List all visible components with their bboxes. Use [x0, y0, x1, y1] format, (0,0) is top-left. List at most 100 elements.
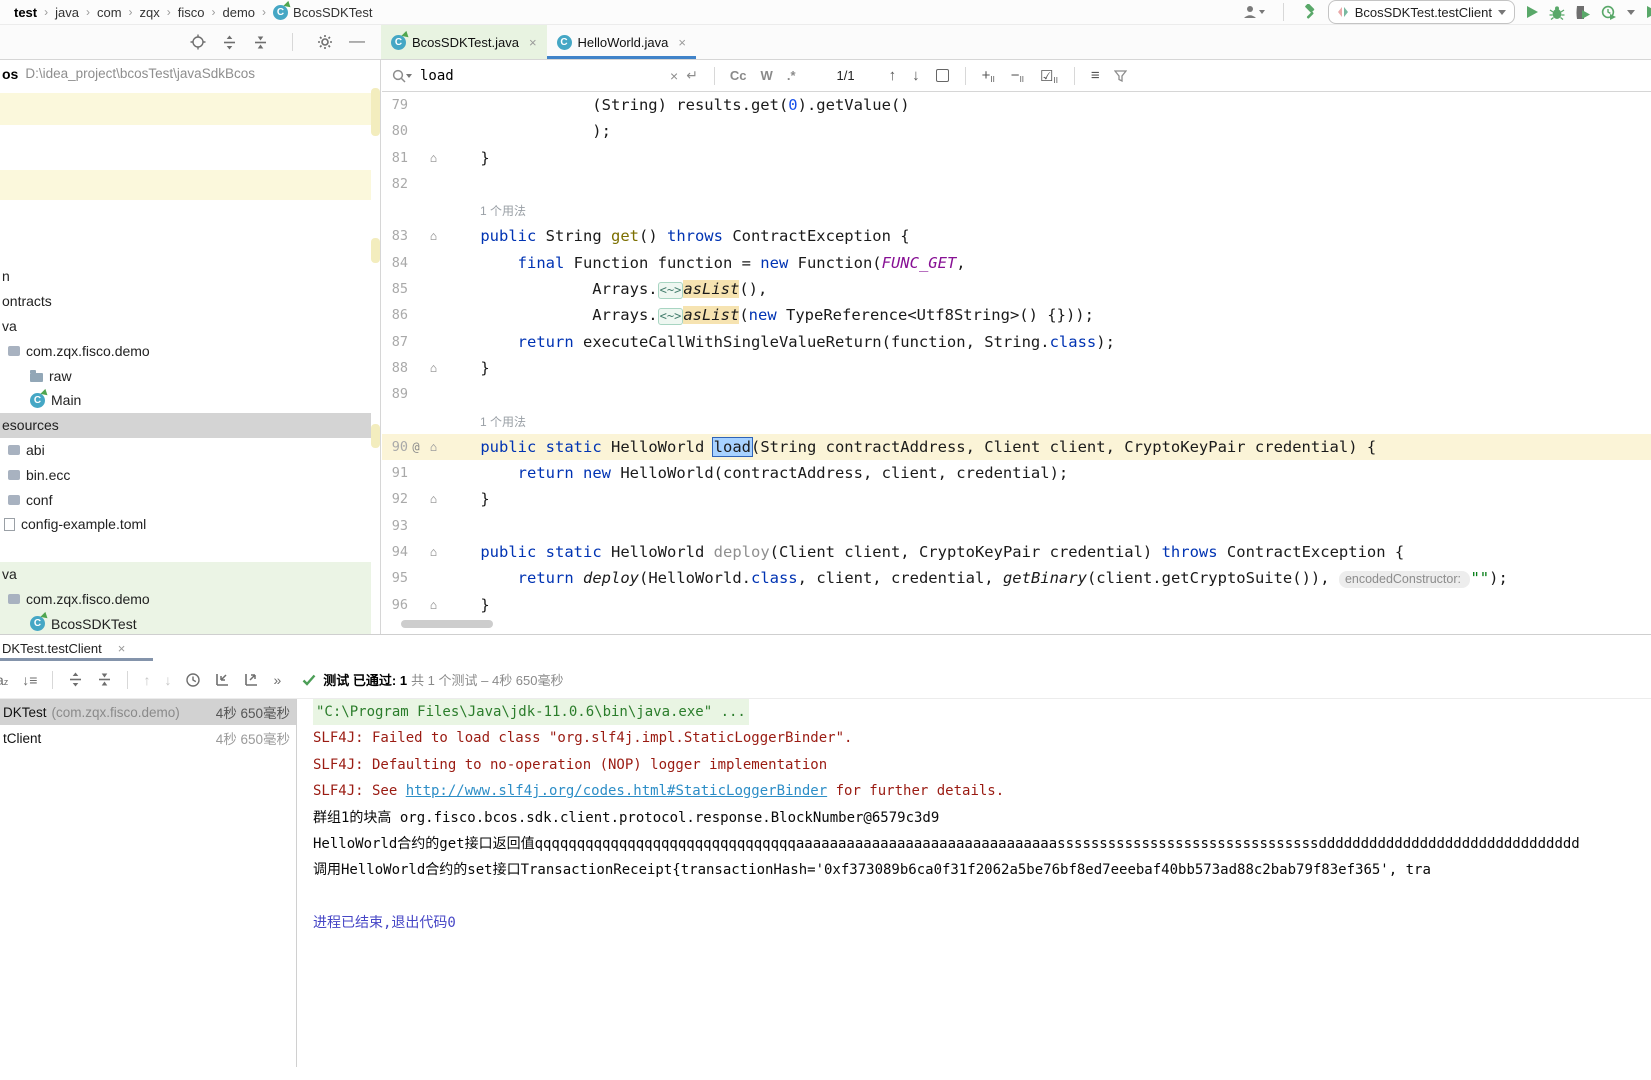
- editor-line[interactable]: 89: [382, 381, 1651, 407]
- editor-line[interactable]: 96⌂ }: [382, 592, 1651, 618]
- debug-button[interactable]: [1549, 5, 1565, 20]
- sort-alphabetically-icon[interactable]: az: [0, 672, 8, 688]
- stop-button-partial[interactable]: [1645, 5, 1651, 19]
- editor-line[interactable]: 94⌂ public static HelloWorld deploy(Clie…: [382, 539, 1651, 565]
- editor-line[interactable]: 1 个用法: [382, 197, 1651, 223]
- test-history-icon[interactable]: [185, 672, 201, 688]
- tree-item[interactable]: CMain: [0, 388, 371, 413]
- select-all-matches-icon[interactable]: ☑II: [1040, 67, 1058, 85]
- editor-line[interactable]: 91 return new HelloWorld(contractAddress…: [382, 460, 1651, 486]
- fold-marker-icon[interactable]: ⌂: [424, 145, 443, 171]
- editor-line[interactable]: 1 个用法: [382, 408, 1651, 434]
- editor-line[interactable]: 81⌂ }: [382, 145, 1651, 171]
- tree-item[interactable]: config-example.toml: [0, 512, 371, 537]
- chevron-down-icon[interactable]: [1627, 10, 1635, 15]
- fold-marker-icon[interactable]: ⌂: [424, 486, 443, 512]
- profiler-button[interactable]: [1601, 5, 1617, 20]
- editor-line[interactable]: 93: [382, 513, 1651, 539]
- breadcrumb-item[interactable]: fisco: [178, 5, 205, 20]
- fold-marker-icon[interactable]: ⌂: [424, 355, 443, 381]
- editor-line[interactable]: 82: [382, 171, 1651, 197]
- breadcrumb-item[interactable]: zqx: [140, 5, 160, 20]
- code-editor[interactable]: 79 (String) results.get(0).getValue()80 …: [382, 92, 1651, 634]
- fold-marker-icon[interactable]: ⌂: [424, 434, 443, 460]
- editor-line[interactable]: 92⌂ }: [382, 486, 1651, 512]
- editor-line[interactable]: 84 final Function function = new Functio…: [382, 250, 1651, 276]
- build-hammer-icon[interactable]: [1302, 4, 1318, 20]
- tree-item[interactable]: com.zqx.fisco.demo: [0, 338, 371, 363]
- fold-marker-icon[interactable]: ⌂: [424, 223, 443, 249]
- run-tab-label[interactable]: DKTest.testClient: [2, 641, 102, 656]
- newline-icon[interactable]: ↵: [686, 67, 698, 84]
- editor-line[interactable]: 87 return executeCallWithSingleValueRetu…: [382, 329, 1651, 355]
- console-output[interactable]: "C:\Program Files\Java\jdk-11.0.6\bin\ja…: [298, 699, 1651, 1079]
- tree-item[interactable]: ontracts: [0, 289, 371, 314]
- run-button[interactable]: [1525, 5, 1539, 19]
- editor-line[interactable]: 83⌂ public String get() throws ContractE…: [382, 223, 1651, 249]
- breadcrumb-item-class[interactable]: CBcosSDKTest: [273, 5, 372, 20]
- hide-panel-icon[interactable]: —: [349, 33, 365, 51]
- usages-hint[interactable]: 1 个用法: [443, 415, 526, 429]
- previous-failed-icon[interactable]: ↑: [143, 672, 150, 688]
- editor-tab[interactable]: CBcosSDKTest.java×: [381, 25, 547, 59]
- match-case-toggle[interactable]: Cc: [730, 68, 747, 83]
- tree-item[interactable]: CBcosSDKTest: [0, 611, 371, 634]
- user-account-icon[interactable]: [1243, 5, 1265, 19]
- search-options-icon[interactable]: ≡: [1091, 67, 1100, 84]
- editor-line[interactable]: 95 return deploy(HelloWorld.class, clien…: [382, 565, 1651, 591]
- collapse-all-icon[interactable]: [253, 35, 268, 50]
- regex-toggle[interactable]: .*: [787, 68, 796, 83]
- tree-item[interactable]: esources: [0, 413, 371, 438]
- collapse-all-icon[interactable]: [97, 672, 112, 687]
- next-failed-icon[interactable]: ↓: [164, 672, 171, 688]
- breadcrumb-item[interactable]: com: [97, 5, 122, 20]
- breadcrumb-item[interactable]: demo: [223, 5, 256, 20]
- run-configuration-select[interactable]: BcosSDKTest.testClient: [1328, 0, 1515, 24]
- console-link[interactable]: http://www.slf4j.org/codes.html#StaticLo…: [406, 783, 827, 799]
- horizontal-scrollbar[interactable]: [401, 620, 493, 628]
- locate-file-icon[interactable]: [190, 34, 206, 50]
- clear-search-icon[interactable]: ×: [670, 68, 678, 84]
- import-test-results-icon[interactable]: [215, 672, 230, 687]
- editor-line[interactable]: 90@⌂ public static HelloWorld load(Strin…: [382, 434, 1651, 460]
- sort-by-duration-icon[interactable]: ↓≡: [22, 672, 37, 688]
- editor-tab[interactable]: CHelloWorld.java×: [547, 25, 696, 59]
- close-icon[interactable]: ×: [678, 35, 686, 50]
- usages-hint[interactable]: 1 个用法: [443, 204, 526, 218]
- test-tree-row[interactable]: DKTest(com.zqx.fisco.demo)4秒 650毫秒: [0, 699, 296, 725]
- tree-item[interactable]: abi: [0, 438, 371, 463]
- run-with-coverage-button[interactable]: [1575, 5, 1591, 20]
- previous-match-icon[interactable]: ↑: [889, 67, 897, 84]
- expand-all-icon[interactable]: [68, 672, 83, 687]
- expand-all-icon[interactable]: [222, 35, 237, 50]
- open-in-window-icon[interactable]: [936, 69, 949, 82]
- tree-item[interactable]: n: [0, 264, 371, 289]
- editor-line[interactable]: 79 (String) results.get(0).getValue(): [382, 92, 1651, 118]
- settings-gear-icon[interactable]: [317, 34, 333, 50]
- search-input[interactable]: load: [420, 68, 670, 84]
- editor-line[interactable]: 88⌂ }: [382, 355, 1651, 381]
- project-root-row[interactable]: os D:\idea_project\bcosTest\javaSdkBcos: [0, 60, 380, 87]
- fold-marker-icon[interactable]: ⌂: [424, 539, 443, 565]
- tree-item[interactable]: conf: [0, 487, 371, 512]
- breadcrumb-item[interactable]: test: [14, 5, 37, 20]
- tree-item[interactable]: va: [0, 562, 371, 587]
- test-tree-row[interactable]: tClient4秒 650毫秒: [0, 725, 296, 751]
- tree-item[interactable]: va: [0, 314, 371, 339]
- editor-line[interactable]: 85 Arrays.<~>asList(),: [382, 276, 1651, 302]
- close-icon[interactable]: ×: [108, 641, 136, 656]
- editor-line[interactable]: 80 );: [382, 118, 1651, 144]
- tree-item[interactable]: bin.ecc: [0, 462, 371, 487]
- tree-item[interactable]: com.zqx.fisco.demo: [0, 586, 371, 611]
- more-actions-icon[interactable]: »: [273, 672, 281, 688]
- export-test-results-icon[interactable]: [244, 672, 259, 687]
- remove-selection-icon[interactable]: −II: [1011, 67, 1024, 84]
- tree-item[interactable]: raw: [0, 363, 371, 388]
- breadcrumb-item[interactable]: java: [55, 5, 79, 20]
- editor-line[interactable]: 86 Arrays.<~>asList(new TypeReference<Ut…: [382, 302, 1651, 328]
- add-selection-icon[interactable]: +II: [982, 67, 995, 84]
- whole-words-toggle[interactable]: W: [761, 68, 773, 83]
- search-icon[interactable]: [392, 69, 412, 83]
- next-match-icon[interactable]: ↓: [912, 67, 920, 84]
- filter-funnel-icon[interactable]: [1114, 70, 1127, 82]
